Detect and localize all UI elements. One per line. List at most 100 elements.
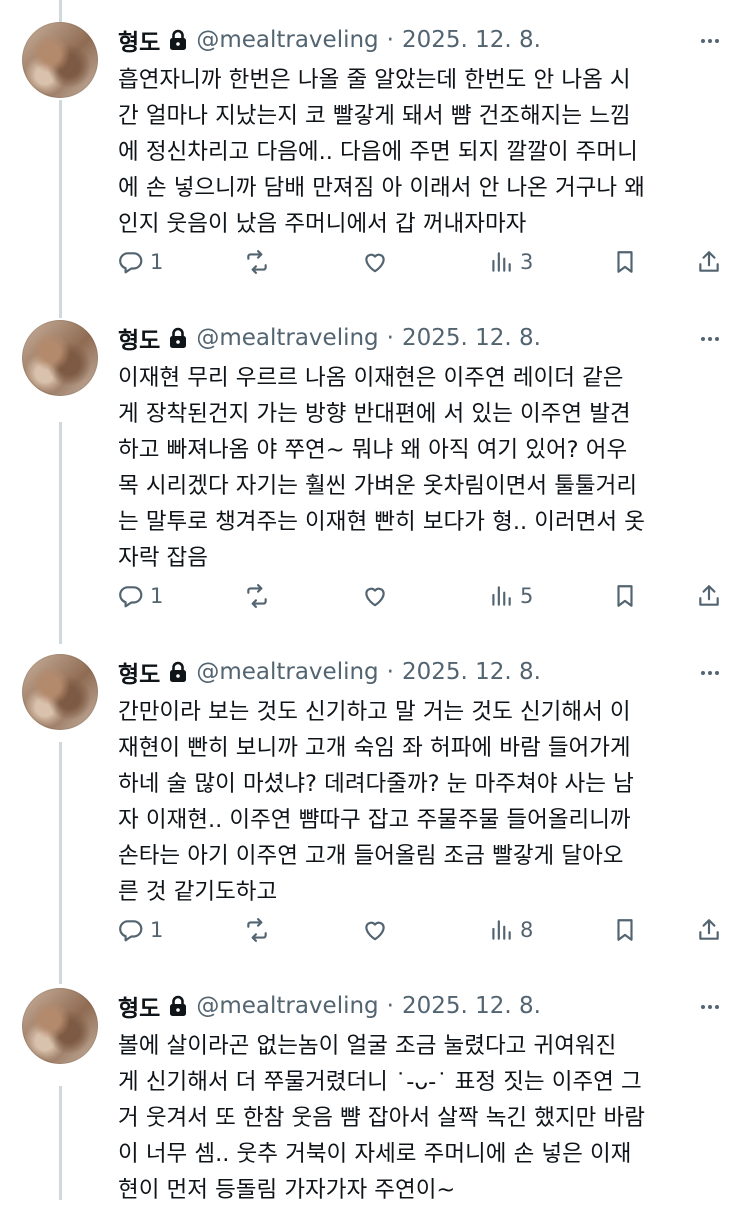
more-options-icon[interactable] [699, 996, 721, 1018]
action-bar: 1 5 [0, 583, 741, 615]
tweet-date[interactable]: 2025. 12. 8. [402, 27, 541, 53]
bookmark-icon [617, 919, 633, 941]
bookmark-icon [617, 585, 633, 607]
text-line: 하고 빠져나옴 야 쭈연~ 뭐냐 왜 아직 여기 있어? 어우 [118, 437, 628, 463]
text-line: 에 정신차리고 다음에.. 다음에 주면 되지 깔깔이 주머니 [118, 139, 638, 165]
views-chart-icon [492, 920, 511, 940]
tweet-date[interactable]: 2025. 12. 8. [402, 325, 541, 351]
more-options-icon[interactable] [699, 328, 721, 350]
tweet-text: 흡연자니까 한번은 나올 줄 알았는데 한번도 안 나옴 시 간 얼마나 지났는… [118, 62, 718, 242]
text-line: 른 것 같기도하고 [118, 879, 278, 905]
more-options-icon[interactable] [699, 662, 721, 684]
views-button[interactable]: 5 [488, 583, 533, 609]
text-line: 흡연자니까 한번은 나올 줄 알았는데 한번도 안 나옴 시 [118, 67, 631, 93]
retweet-icon [247, 584, 267, 608]
lock-icon [170, 29, 187, 50]
retweet-button[interactable] [244, 583, 270, 609]
text-line: 간만이라 보는 것도 신기하고 말 거는 것도 신기해서 이 [118, 699, 631, 725]
views-chart-icon [492, 586, 511, 606]
like-button[interactable] [362, 583, 388, 609]
like-button[interactable] [362, 249, 388, 275]
action-bar: 1 3 [0, 249, 741, 281]
author-name[interactable]: 형도 [118, 655, 160, 689]
bookmark-button[interactable] [612, 917, 638, 943]
author-handle[interactable]: @mealtraveling [196, 27, 378, 53]
reply-icon [119, 586, 143, 608]
reply-icon [119, 920, 143, 942]
tweet-text: 간만이라 보는 것도 신기하고 말 거는 것도 신기해서 이 재현이 빤히 보니… [118, 694, 718, 910]
author-handle[interactable]: @mealtraveling [196, 993, 378, 1019]
avatar[interactable] [22, 320, 98, 396]
text-line: 자락 잡음 [118, 545, 208, 571]
retweet-button[interactable] [244, 249, 270, 275]
tweet[interactable]: 형도 @mealtraveling · 2025. 12. 8. 볼에 살이라곤… [0, 988, 741, 1203]
tweet-header: 형도 @mealtraveling · 2025. 12. 8. [118, 320, 541, 356]
share-icon [699, 585, 719, 606]
retweet-icon [247, 250, 267, 274]
bookmark-button[interactable] [612, 583, 638, 609]
heart-icon [365, 587, 385, 607]
like-button[interactable] [362, 917, 388, 943]
author-handle[interactable]: @mealtraveling [196, 659, 378, 685]
heart-icon [365, 921, 385, 941]
author-handle[interactable]: @mealtraveling [196, 325, 378, 351]
tweet-header: 형도 @mealtraveling · 2025. 12. 8. [118, 654, 541, 690]
bookmark-icon [617, 251, 633, 273]
text-line: 현이 먼저 등돌림 가자가자 주연이~ [118, 1177, 456, 1203]
view-count: 3 [520, 250, 534, 274]
view-count: 5 [520, 584, 534, 608]
text-line: 볼에 살이라곤 없는놈이 얼굴 조금 눌렸다고 귀여워진 [118, 1033, 617, 1059]
tweet[interactable]: 형도 @mealtraveling · 2025. 12. 8. 간만이라 보는… [0, 654, 741, 974]
views-button[interactable]: 8 [488, 917, 533, 943]
text-line: 자 이재현.. 이주연 뺨따구 잡고 주물주물 들어올리니까 [118, 807, 631, 833]
tweet-date[interactable]: 2025. 12. 8. [402, 993, 541, 1019]
separator-dot: · [386, 993, 394, 1019]
share-icon [699, 251, 719, 272]
share-button[interactable] [696, 249, 722, 275]
separator-dot: · [386, 325, 394, 351]
author-name[interactable]: 형도 [118, 23, 160, 57]
reply-button[interactable]: 1 [118, 917, 163, 943]
reply-button[interactable]: 1 [118, 583, 163, 609]
share-button[interactable] [696, 917, 722, 943]
tweet-text: 이재현 무리 우르르 나옴 이재현은 이주연 레이더 같은 게 장착된건지 가는… [118, 360, 718, 576]
share-button[interactable] [696, 583, 722, 609]
text-line: 하네 술 많이 마셨냐? 데려다줄까? 눈 마주쳐야 사는 남 [118, 771, 634, 797]
retweet-button[interactable] [244, 917, 270, 943]
text-line: 재현이 빤히 보니까 고개 숙임 좌 허파에 바람 들어가게 [118, 735, 631, 761]
retweet-icon [247, 918, 267, 942]
text-line: 간 얼마나 지났는지 코 빨갛게 돼서 뺨 건조해지는 느낌 [118, 103, 631, 129]
text-line: 목 시리겠다 자기는 훨씬 가벼운 옷차림이면서 툴툴거리 [118, 473, 638, 499]
tweet[interactable]: 형도 @mealtraveling · 2025. 12. 8. 이재현 무리 … [0, 320, 741, 640]
text-line: 게 신기해서 더 쭈물거렸더니 ˙-ᴗ-˙ 표정 짓는 이주연 그 [118, 1069, 642, 1095]
text-line: 는 말투로 챙겨주는 이재현 빤히 보다가 형.. 이러면서 옷 [118, 509, 645, 535]
author-name[interactable]: 형도 [118, 989, 160, 1023]
lock-icon [170, 661, 187, 682]
tweet-text: 볼에 살이라곤 없는놈이 얼굴 조금 눌렸다고 귀여워진 게 신기해서 더 쭈물… [118, 1028, 718, 1208]
text-line: 게 장착된건지 가는 방향 반대편에 서 있는 이주연 발견 [118, 401, 631, 427]
share-icon [699, 919, 719, 940]
separator-dot: · [386, 27, 394, 53]
views-button[interactable]: 3 [488, 249, 533, 275]
views-chart-icon [492, 252, 511, 272]
text-line: 에 손 넣으니까 담배 만져짐 아 이래서 안 나온 거구나 왜 [118, 175, 645, 201]
avatar[interactable] [22, 22, 98, 98]
tweet-header: 형도 @mealtraveling · 2025. 12. 8. [118, 22, 541, 58]
text-line: 이 너무 셈.. 웃추 거북이 자세로 주머니에 손 넣은 이재 [118, 1141, 632, 1167]
view-count: 8 [520, 918, 534, 942]
tweet[interactable]: 형도 @mealtraveling · 2025. 12. 8. 흡연자니까 한… [0, 22, 741, 302]
reply-count: 1 [150, 584, 164, 608]
action-bar: 1 8 [0, 917, 741, 949]
avatar[interactable] [22, 988, 98, 1064]
more-options-icon[interactable] [699, 30, 721, 52]
tweet-date[interactable]: 2025. 12. 8. [402, 659, 541, 685]
avatar[interactable] [22, 654, 98, 730]
reply-count: 1 [150, 250, 164, 274]
reply-button[interactable]: 1 [118, 249, 163, 275]
author-name[interactable]: 형도 [118, 321, 160, 355]
bookmark-button[interactable] [612, 249, 638, 275]
text-line: 손타는 아기 이주연 고개 들어올림 조금 빨갛게 달아오 [118, 843, 624, 869]
thread-connector [59, 0, 62, 22]
reply-count: 1 [150, 918, 164, 942]
reply-icon [119, 252, 143, 274]
